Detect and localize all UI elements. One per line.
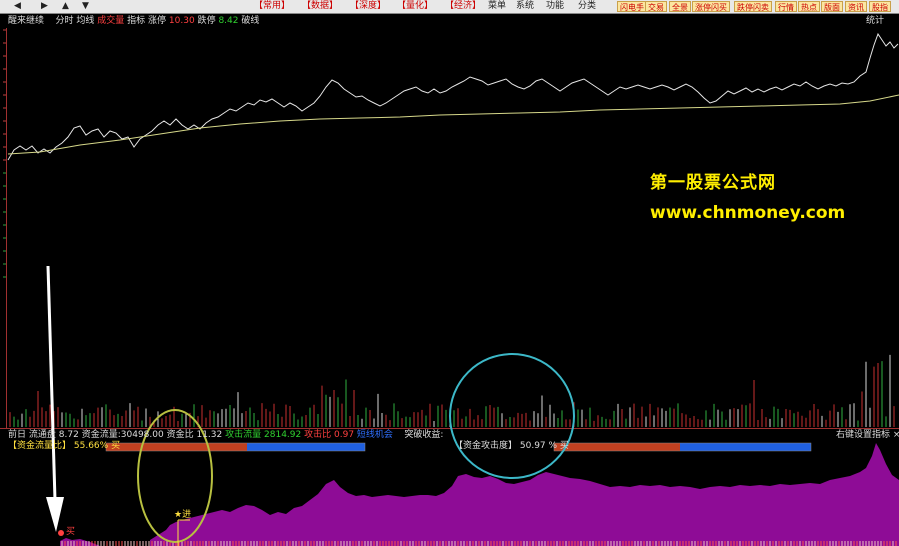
- volume-bars: [9, 354, 895, 427]
- capital-attack-row: 【资金攻击度】 50.97 % 买: [454, 441, 569, 452]
- annotation-arrow-shaft: [46, 265, 57, 501]
- breakout-label: 突破收益: [404, 430, 441, 440]
- capital-flow-ratio-value: 55.66% 买: [73, 441, 121, 451]
- close-icon[interactable]: ×: [893, 430, 899, 440]
- flow-ratio-sell-bar: [247, 443, 365, 451]
- float-value: 8.72: [58, 430, 79, 440]
- capital-flow-ratio-row: 【资金流量比】 55.66% 买: [8, 441, 120, 452]
- attack-ratio-value: 0.97: [334, 430, 355, 440]
- indicator-prefix: 前日: [8, 430, 27, 440]
- watermark-title: 第一股票公式网: [650, 173, 776, 193]
- buy-signal-dot: [58, 530, 64, 536]
- price-axis-ticks: [3, 29, 6, 278]
- flow-label: 资金流量: [81, 430, 118, 440]
- attack-degree-sell-bar: [680, 443, 811, 451]
- capital-flow-ratio-label: 【资金流量比】: [8, 441, 72, 451]
- buy-signal-label: 买: [66, 527, 76, 537]
- ratio-value: 11.32: [196, 430, 223, 440]
- flow-ratio-buy-bar: [106, 443, 247, 451]
- indicator-status: 短线机会: [356, 430, 393, 440]
- price-line: [7, 32, 899, 161]
- flow-value: 30498.00: [120, 430, 164, 440]
- attack-ratio-label: 攻击比: [304, 430, 332, 440]
- watermark-url: www.chnmoney.com: [650, 203, 846, 223]
- annotation-arrow-head: [46, 497, 64, 532]
- capital-flow-area: [60, 443, 899, 546]
- chart-canvas: [0, 28, 899, 546]
- float-label: 流通盘: [28, 430, 56, 440]
- average-price-line: [7, 94, 899, 155]
- attack-flow-value: 2814.92: [264, 430, 302, 440]
- indicator-bar: 前日 流通盘 8.72 资金流量:30498.00 资金比 11.32 攻击流量…: [8, 430, 444, 440]
- indicator-settings-text[interactable]: 右键设置指标: [836, 430, 890, 440]
- attack-degree-buy-bar: [554, 443, 680, 451]
- capital-attack-value: 50.97 % 买: [519, 441, 569, 451]
- capital-attack-label: 【资金攻击度】: [454, 441, 518, 451]
- attack-flow-label: 攻击流量: [225, 430, 262, 440]
- entry-signal-label: ★进: [174, 510, 192, 520]
- indicator-settings-link[interactable]: 右键设置指标 ×: [836, 430, 899, 441]
- annotation-cyan-circle: [449, 353, 575, 479]
- ratio-label: 资金比: [166, 430, 194, 440]
